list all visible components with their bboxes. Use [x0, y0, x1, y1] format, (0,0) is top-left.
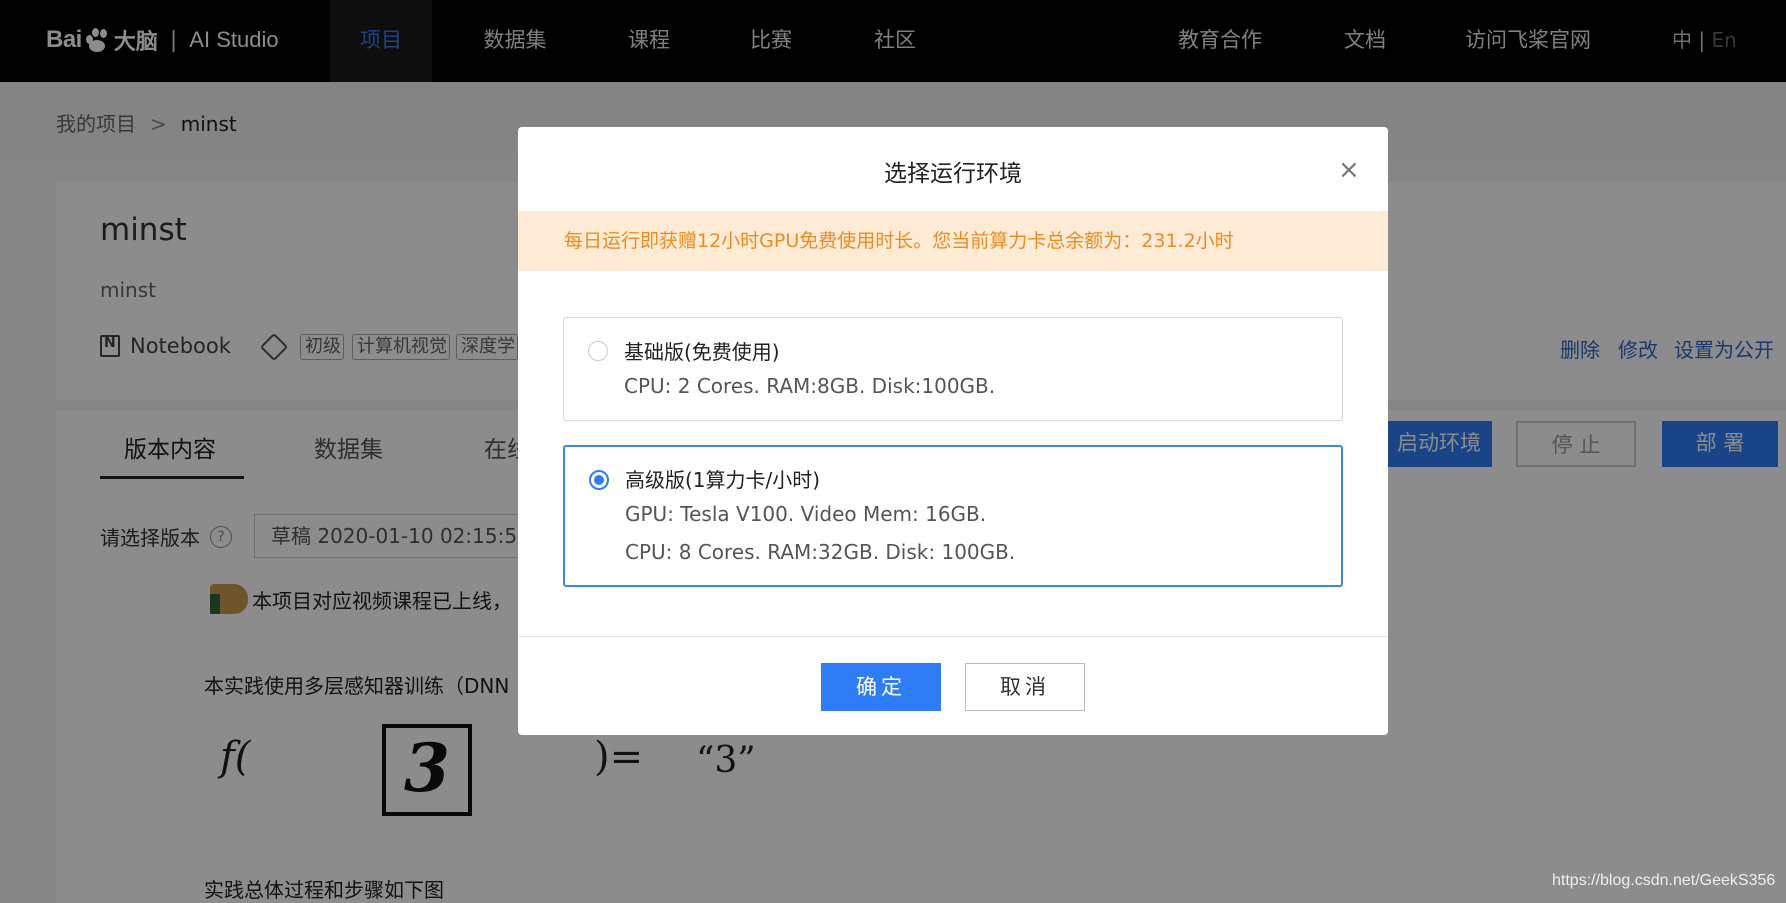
- option-name: 高级版(1算力卡/小时): [625, 468, 821, 492]
- confirm-button[interactable]: 确定: [821, 663, 941, 711]
- option-name: 基础版(免费使用): [624, 340, 780, 364]
- radio-basic[interactable]: [588, 341, 608, 361]
- dialog-title: 选择运行环境: [884, 161, 1022, 187]
- option-spec: CPU: 2 Cores. RAM:8GB. Disk:100GB.: [624, 374, 996, 398]
- close-icon[interactable]: ×: [1338, 157, 1360, 183]
- runtime-env-dialog: 选择运行环境 × 每日运行即获赠12小时GPU免费使用时长。您当前算力卡总余额为…: [518, 127, 1388, 735]
- watermark: https://blog.csdn.net/GeekS356: [1552, 872, 1776, 889]
- option-spec-cpu: CPU: 8 Cores. RAM:32GB. Disk: 100GB.: [625, 540, 1016, 564]
- radio-advanced[interactable]: [589, 470, 609, 490]
- env-option-basic[interactable]: 基础版(免费使用) CPU: 2 Cores. RAM:8GB. Disk:10…: [563, 317, 1343, 421]
- env-option-advanced[interactable]: 高级版(1算力卡/小时) GPU: Tesla V100. Video Mem:…: [563, 445, 1343, 587]
- gpu-quota-notice: 每日运行即获赠12小时GPU免费使用时长。您当前算力卡总余额为：231.2小时: [518, 211, 1388, 271]
- option-spec-gpu: GPU: Tesla V100. Video Mem: 16GB.: [625, 502, 987, 526]
- cancel-button[interactable]: 取消: [965, 663, 1085, 711]
- dialog-divider: [518, 636, 1388, 637]
